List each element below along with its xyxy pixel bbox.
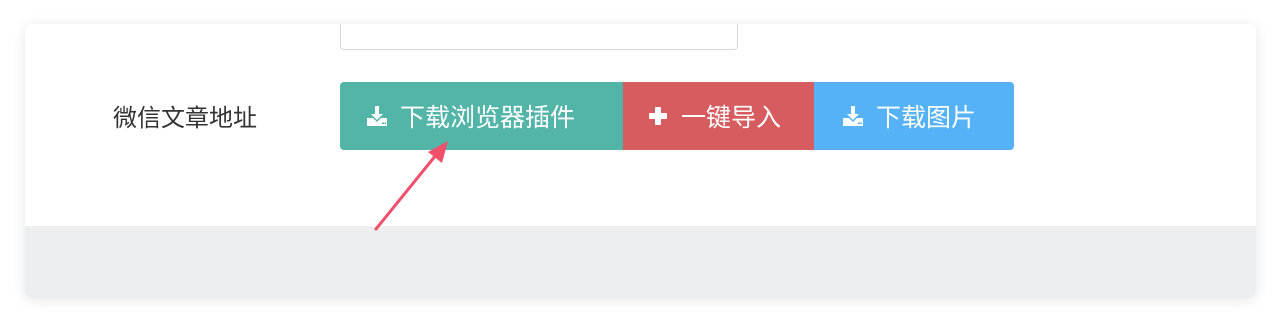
url-input[interactable] <box>340 24 738 50</box>
panel-body: 微信文章地址 下载浏览器插件 一键导入 下载图片 <box>25 24 1256 226</box>
download-image-button[interactable]: 下载图片 <box>814 82 1014 150</box>
download-image-label: 下载图片 <box>876 103 977 132</box>
plus-icon <box>647 105 669 127</box>
download-icon <box>366 105 388 127</box>
panel-footer <box>25 226 1256 298</box>
download-browser-plugin-button[interactable]: 下载浏览器插件 <box>340 82 623 150</box>
import-panel: 微信文章地址 下载浏览器插件 一键导入 下载图片 <box>25 24 1256 298</box>
one-click-import-label: 一键导入 <box>681 103 782 132</box>
field-label: 微信文章地址 <box>113 104 257 132</box>
one-click-import-button[interactable]: 一键导入 <box>623 82 814 150</box>
download-browser-plugin-label: 下载浏览器插件 <box>400 103 576 132</box>
action-button-group: 下载浏览器插件 一键导入 下载图片 <box>340 82 1014 150</box>
download-icon <box>842 105 864 127</box>
